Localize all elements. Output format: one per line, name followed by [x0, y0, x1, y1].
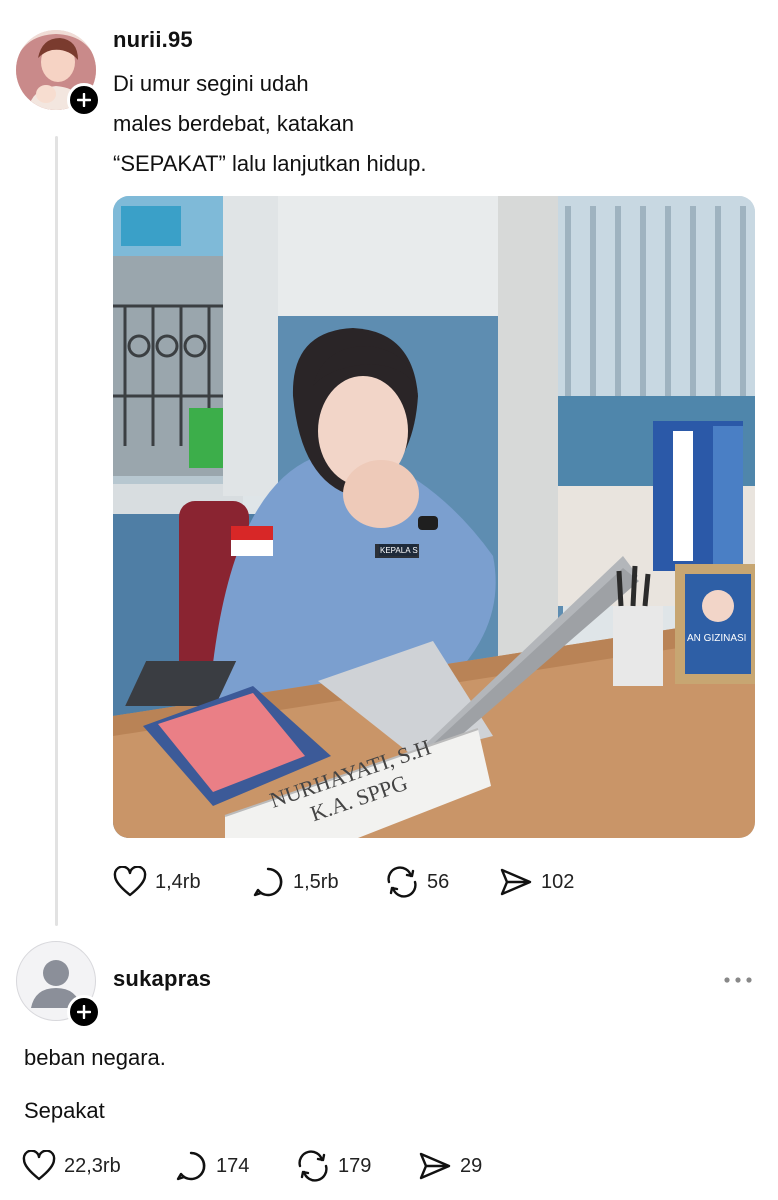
like-count: 1,4rb [155, 870, 201, 893]
like-button[interactable]: 1,4rb [113, 866, 251, 898]
reply-username[interactable]: sukapras [113, 966, 211, 992]
reply-count: 1,5rb [293, 870, 339, 893]
repost-icon [298, 1150, 328, 1182]
follow-button[interactable] [67, 995, 101, 1029]
share-count: 102 [541, 870, 575, 893]
reply-actions: 22,3rb 174 179 29 [22, 1146, 518, 1186]
reply-text-line: beban negara. [24, 1045, 166, 1070]
share-button[interactable]: 102 [499, 866, 599, 898]
share-count: 29 [460, 1154, 483, 1177]
post-text-line: Di umur segini udah [113, 71, 309, 96]
post-image[interactable]: AN GIZINASI KEPALA S NURHAYATI, S.H K.A.… [113, 196, 755, 838]
share-icon [419, 1152, 451, 1180]
like-button[interactable]: 22,3rb [22, 1150, 174, 1182]
reply-text-line: Sepakat [24, 1098, 105, 1123]
uniform-badge-text: KEPALA S [380, 546, 418, 555]
comment-icon [176, 1151, 206, 1181]
post-actions: 1,4rb 1,5rb 56 102 [113, 862, 599, 902]
follow-button[interactable] [67, 83, 101, 117]
reply-button[interactable]: 174 [174, 1150, 296, 1182]
repost-icon [387, 866, 417, 898]
plus-icon [77, 93, 91, 107]
repost-button[interactable]: 179 [296, 1150, 418, 1182]
plus-icon [77, 1005, 91, 1019]
repost-count: 179 [338, 1154, 372, 1177]
share-button[interactable]: 29 [418, 1150, 518, 1182]
like-count: 22,3rb [64, 1154, 121, 1177]
reply-button[interactable]: 1,5rb [251, 866, 385, 898]
office-photo: AN GIZINASI KEPALA S NURHAYATI, S.H K.A.… [113, 196, 755, 838]
heart-icon [22, 1150, 56, 1181]
repost-button[interactable]: 56 [385, 866, 499, 898]
share-icon [500, 868, 532, 896]
thread-line [55, 136, 58, 926]
repost-count: 56 [427, 870, 450, 893]
post-username[interactable]: nurii.95 [113, 27, 193, 53]
post-text-line: “SEPAKAT” lalu lanjutkan hidup. [113, 151, 427, 176]
more-options-button[interactable] [722, 970, 754, 990]
frame-text: AN GIZINASI [687, 633, 746, 644]
post-text: Di umur segini udah males berdebat, kata… [113, 64, 426, 184]
more-icon [724, 977, 752, 983]
heart-icon [113, 866, 147, 897]
post-text-line: males berdebat, katakan [113, 111, 354, 136]
comment-icon [253, 867, 283, 897]
reply-count: 174 [216, 1154, 250, 1177]
